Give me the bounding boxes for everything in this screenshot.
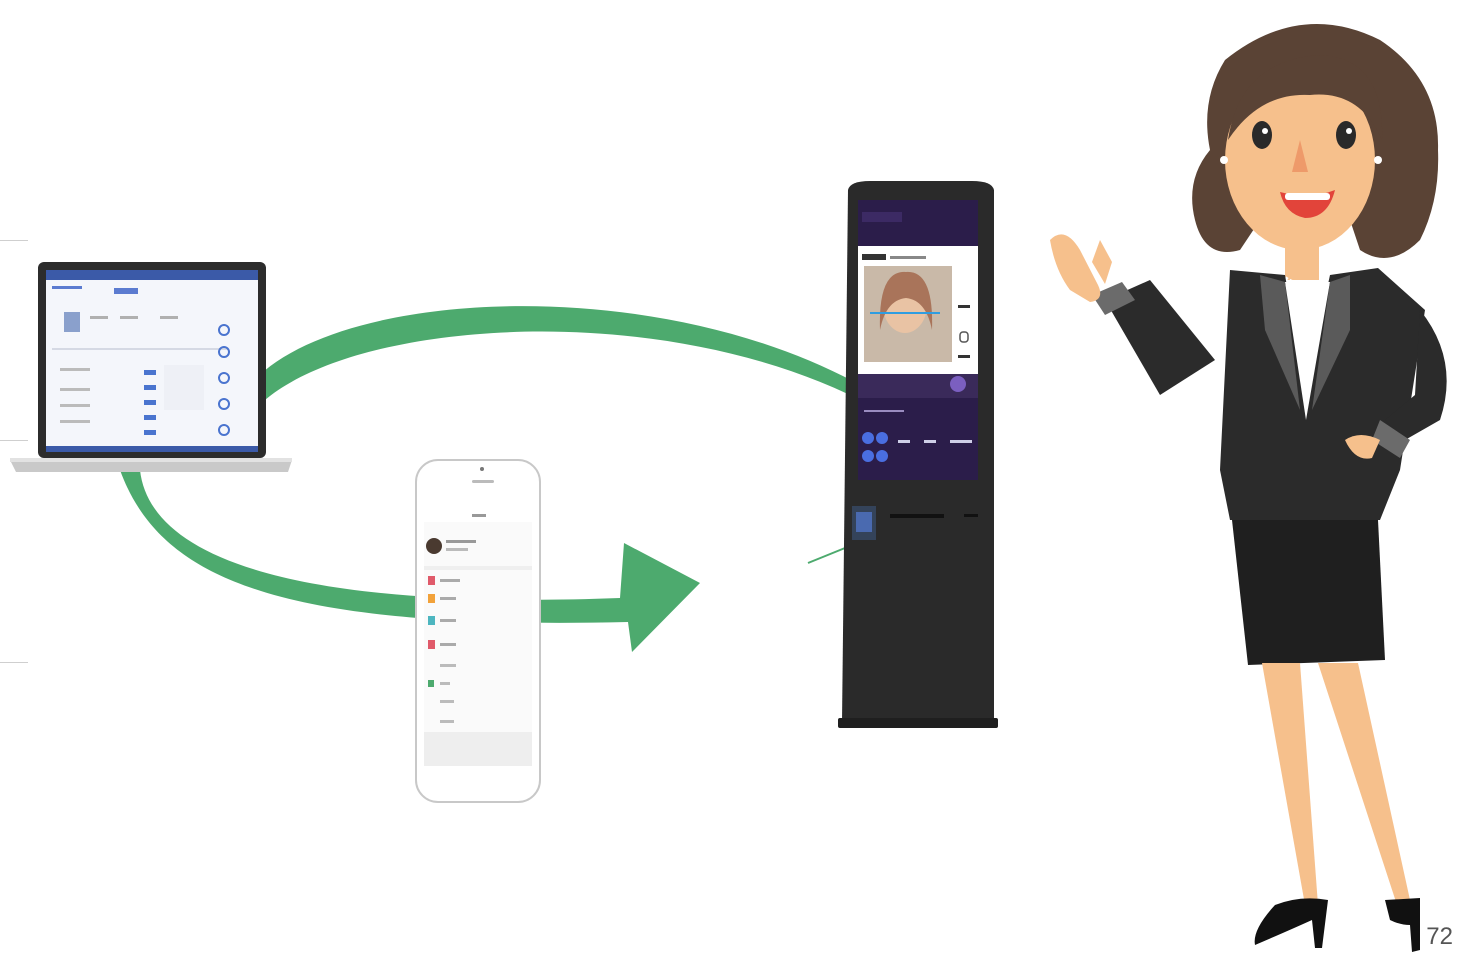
upper-arc-arrow [250, 306, 860, 400]
workflow-illustration [10, 24, 1447, 952]
businesswoman-presenter-illustration [1050, 24, 1447, 952]
page-number: 72 [1426, 923, 1453, 950]
laptop-icon [10, 262, 292, 472]
connector-line [807, 547, 846, 564]
lower-curved-arrow [120, 470, 700, 652]
smartphone-icon [415, 459, 541, 803]
face-recognition-kiosk-icon [838, 181, 998, 728]
